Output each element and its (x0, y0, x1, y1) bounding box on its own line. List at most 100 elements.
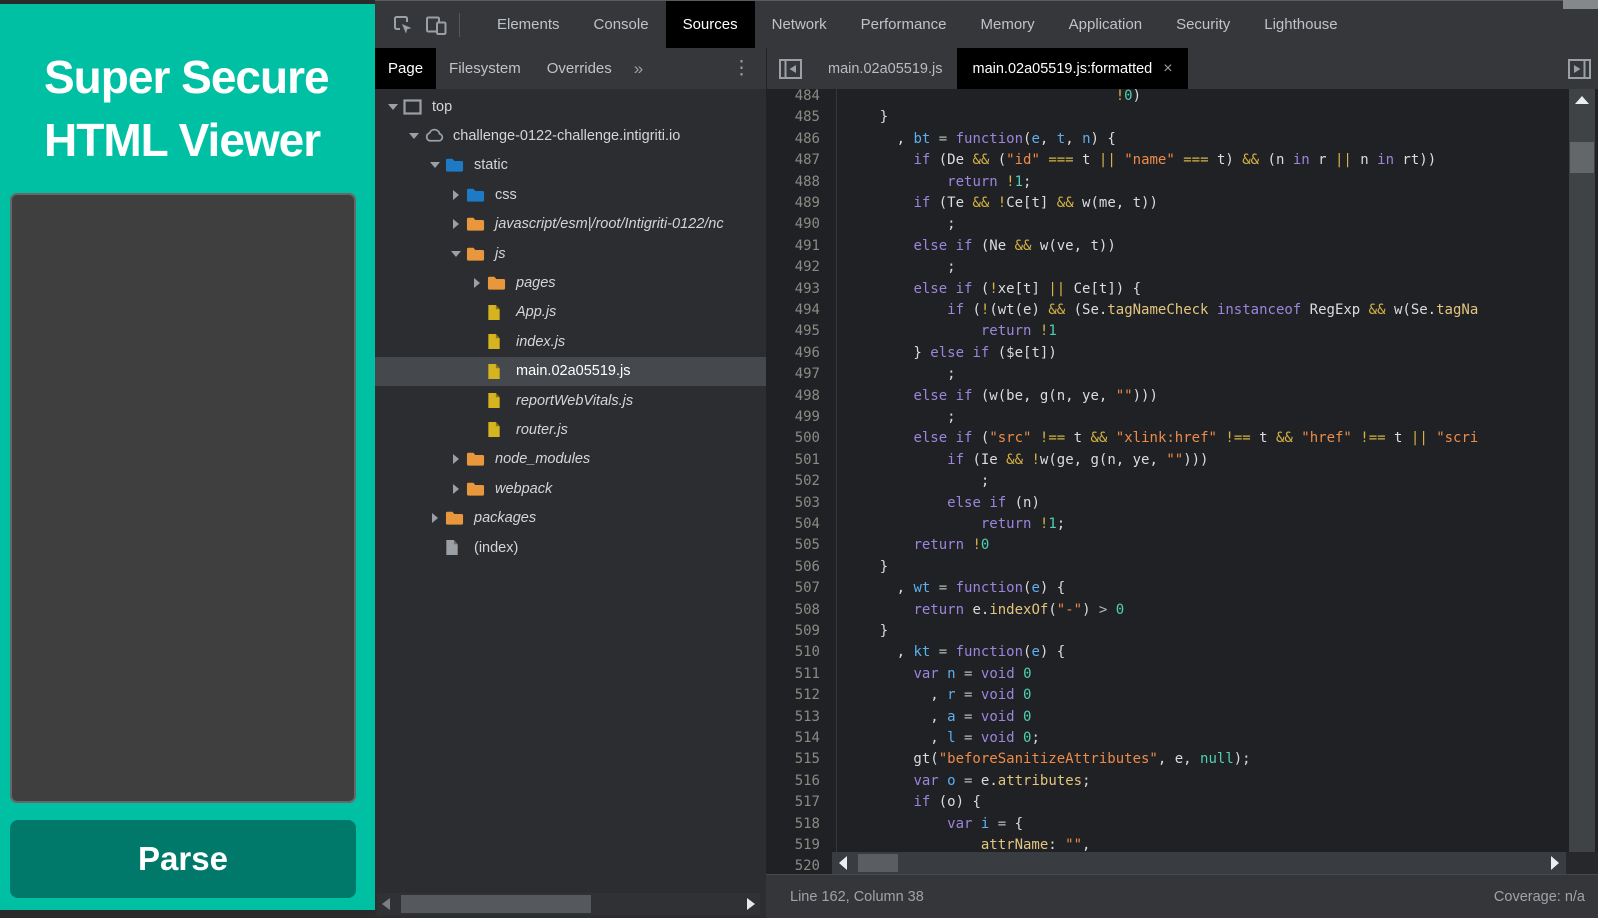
line-number[interactable]: 519 (766, 835, 820, 857)
code-line-491[interactable]: else if (Ne && w(ve, t)) (846, 236, 1116, 258)
line-number[interactable]: 496 (766, 343, 820, 365)
code-line-495[interactable]: return !1 (846, 321, 1057, 343)
code-line-502[interactable]: ; (846, 471, 989, 493)
line-number[interactable]: 500 (766, 428, 820, 450)
scrollbar-thumb[interactable] (1570, 142, 1594, 173)
line-number[interactable]: 520 (766, 856, 820, 874)
tree-item-challenge-0122-challenge-intigriti-io[interactable]: challenge-0122-challenge.intigriti.io (375, 121, 766, 150)
code-line-513[interactable]: , a = void 0 (846, 707, 1031, 729)
line-number[interactable]: 488 (766, 172, 820, 194)
tree-item-main-02a05519-js[interactable]: main.02a05519.js (375, 357, 766, 386)
line-number[interactable]: 515 (766, 749, 820, 771)
code-line-490[interactable]: ; (846, 214, 956, 236)
line-number[interactable]: 501 (766, 450, 820, 472)
code-line-492[interactable]: ; (846, 257, 956, 279)
code-line-501[interactable]: if (Ie && !w(ge, g(n, ye, ""))) (846, 450, 1209, 472)
line-number[interactable]: 499 (766, 407, 820, 429)
line-number[interactable]: 502 (766, 471, 820, 493)
file-tab-main-02a05519-js[interactable]: main.02a05519.js (813, 48, 957, 89)
code-line-486[interactable]: , bt = function(e, t, n) { (846, 129, 1116, 151)
tree-item-top[interactable]: top (375, 92, 766, 121)
line-number[interactable]: 494 (766, 300, 820, 322)
code-line-505[interactable]: return !0 (846, 535, 989, 557)
editor-vertical-scrollbar[interactable] (1569, 89, 1595, 852)
line-number[interactable]: 486 (766, 129, 820, 151)
navigator-tab-filesystem[interactable]: Filesystem (436, 48, 534, 89)
code-line-511[interactable]: var n = void 0 (846, 664, 1032, 686)
scroll-right-arrow-icon[interactable] (747, 898, 755, 910)
line-number[interactable]: 512 (766, 685, 820, 707)
scroll-left-arrow-icon[interactable] (382, 898, 390, 910)
html-input-textarea[interactable] (10, 193, 356, 803)
code-line-512[interactable]: , r = void 0 (846, 685, 1031, 707)
code-line-506[interactable]: } (846, 557, 888, 579)
tree-item-webpack[interactable]: webpack (375, 474, 766, 503)
close-icon[interactable]: × (1163, 60, 1172, 78)
line-number[interactable]: 497 (766, 364, 820, 386)
tree-item-app-js[interactable]: App.js (375, 298, 766, 327)
line-number[interactable]: 506 (766, 557, 820, 579)
line-number[interactable]: 487 (766, 150, 820, 172)
code-line-510[interactable]: , kt = function(e) { (846, 642, 1065, 664)
navigator-menu-icon[interactable]: ⋮ (717, 48, 766, 89)
line-number[interactable]: 491 (766, 236, 820, 258)
line-number[interactable]: 513 (766, 707, 820, 729)
code-line-484[interactable]: !0) (846, 89, 1141, 108)
tree-item-javascript-esm-root-intigriti-0122-nc[interactable]: javascript/esm|/root/Intigriti-0122/nc (375, 210, 766, 239)
tab-memory[interactable]: Memory (964, 1, 1052, 48)
device-toolbar-icon[interactable] (419, 10, 453, 40)
code-line-496[interactable]: } else if ($e[t]) (846, 343, 1057, 365)
scrollbar-thumb[interactable] (858, 854, 898, 872)
chevron-down-icon[interactable] (427, 162, 443, 168)
code-line-516[interactable]: var o = e.attributes; (846, 771, 1091, 793)
chevron-right-icon[interactable] (427, 513, 443, 523)
code-line-518[interactable]: var i = { (846, 814, 1023, 836)
line-number[interactable]: 492 (766, 257, 820, 279)
line-number[interactable]: 510 (766, 642, 820, 664)
line-number[interactable]: 508 (766, 600, 820, 622)
line-number[interactable]: 503 (766, 493, 820, 515)
code-line-509[interactable]: } (846, 621, 888, 643)
code-line-504[interactable]: return !1; (846, 514, 1065, 536)
tree-item-reportwebvitals-js[interactable]: reportWebVitals.js (375, 386, 766, 415)
line-number[interactable]: 509 (766, 621, 820, 643)
tab-elements[interactable]: Elements (480, 1, 577, 48)
tree-item-node-modules[interactable]: node_modules (375, 445, 766, 474)
tree-item-index-js[interactable]: index.js (375, 327, 766, 356)
code-line-488[interactable]: return !1; (846, 172, 1031, 194)
navigator-tab-page[interactable]: Page (375, 48, 436, 89)
tree-item-js[interactable]: js (375, 239, 766, 268)
scroll-up-arrow-icon[interactable] (1575, 96, 1589, 104)
line-number[interactable]: 489 (766, 193, 820, 215)
code-editor[interactable]: 4844854864874884894904914924934944954964… (766, 89, 1598, 874)
chevron-down-icon[interactable] (406, 133, 422, 139)
chevron-right-icon[interactable] (469, 278, 485, 288)
tree-item-packages[interactable]: packages (375, 504, 766, 533)
chevron-down-icon[interactable] (385, 104, 401, 110)
chevron-right-icon[interactable] (448, 484, 464, 494)
line-number[interactable]: 518 (766, 814, 820, 836)
tree-item-css[interactable]: css (375, 180, 766, 209)
code-line-500[interactable]: else if ("src" !== t && "xlink:href" !==… (846, 428, 1478, 450)
file-tab-main-02a05519-js-formatted[interactable]: main.02a05519.js:formatted× (957, 48, 1187, 89)
tab-network[interactable]: Network (755, 1, 844, 48)
line-number[interactable]: 490 (766, 214, 820, 236)
line-number[interactable]: 517 (766, 792, 820, 814)
navigator-horizontal-scrollbar[interactable] (377, 893, 760, 915)
code-line-493[interactable]: else if (!xe[t] || Ce[t]) { (846, 279, 1141, 301)
hide-navigator-icon[interactable] (767, 48, 813, 89)
chevron-down-icon[interactable] (448, 251, 464, 257)
chevron-right-icon[interactable] (448, 190, 464, 200)
show-debugger-sidebar-icon[interactable] (1567, 48, 1592, 89)
code-line-494[interactable]: if (!(wt(e) && (Se.tagNameCheck instance… (846, 300, 1478, 322)
code-line-514[interactable]: , l = void 0; (846, 728, 1040, 750)
tab-application[interactable]: Application (1052, 1, 1159, 48)
code-line-499[interactable]: ; (846, 407, 956, 429)
code-line-515[interactable]: gt("beforeSanitizeAttributes", e, null); (846, 749, 1251, 771)
tab-security[interactable]: Security (1159, 1, 1247, 48)
line-number[interactable]: 514 (766, 728, 820, 750)
code-line-487[interactable]: if (De && ("id" === t || "name" === t) &… (846, 150, 1436, 172)
line-number[interactable]: 516 (766, 771, 820, 793)
inspect-element-icon[interactable] (385, 10, 419, 40)
line-number[interactable]: 493 (766, 279, 820, 301)
